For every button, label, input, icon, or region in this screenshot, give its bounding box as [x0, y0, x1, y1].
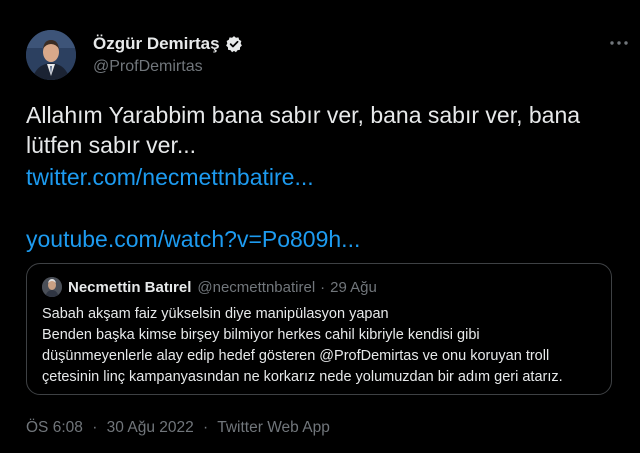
quote-date[interactable]: 29 Ağu [330, 279, 377, 296]
meta-separator: · [203, 419, 209, 436]
quote-line: çetesinin linç kampanyasından ne korkarı… [42, 369, 563, 385]
tweet-date[interactable]: 30 Ağu 2022 [107, 419, 194, 436]
quote-line: Sabah akşam faiz yükselsin diye manipüla… [42, 306, 389, 322]
quote-avatar [42, 277, 62, 297]
author-name-row[interactable]: Özgür Demirtaş [93, 34, 243, 54]
verified-badge-icon [225, 35, 243, 53]
more-options-icon[interactable] [608, 36, 630, 50]
author-avatar[interactable] [26, 30, 76, 80]
quote-line: Benden başka kimse birşey bilmiyor herke… [42, 327, 480, 343]
quote-author-name[interactable]: Necmettin Batırel [68, 279, 191, 296]
meta-separator: · [92, 419, 98, 436]
tweet-link-twitter[interactable]: twitter.com/necmettnbatire... [26, 162, 314, 192]
tweet-link-youtube[interactable]: youtube.com/watch?v=Po809h... [26, 224, 360, 254]
tweet: Özgür Demirtaş @ProfDemirtas Allahım Yar… [0, 0, 640, 453]
quote-text: Sabah akşam faiz yükselsin diye manipüla… [42, 304, 602, 388]
quote-header: Necmettin Batırel @necmettnbatirel · 29 … [42, 277, 377, 297]
tweet-time[interactable]: ÖS 6:08 [26, 419, 83, 436]
quote-author-handle[interactable]: @necmettnbatirel [197, 279, 315, 296]
tweet-metadata: ÖS 6:08 · 30 Ağu 2022 · Twitter Web App [26, 419, 330, 437]
tweet-source[interactable]: Twitter Web App [217, 419, 330, 436]
tweet-text: Allahım Yarabbim bana sabır ver, bana sa… [26, 102, 581, 158]
author-name[interactable]: Özgür Demirtaş [93, 34, 220, 54]
quoted-tweet[interactable]: Necmettin Batırel @necmettnbatirel · 29 … [26, 263, 612, 395]
author-handle[interactable]: @ProfDemirtas [93, 58, 203, 76]
quote-line: düşünmeyenlerle alay edip hedef gösteren… [42, 348, 550, 364]
quote-separator: · [320, 278, 326, 296]
